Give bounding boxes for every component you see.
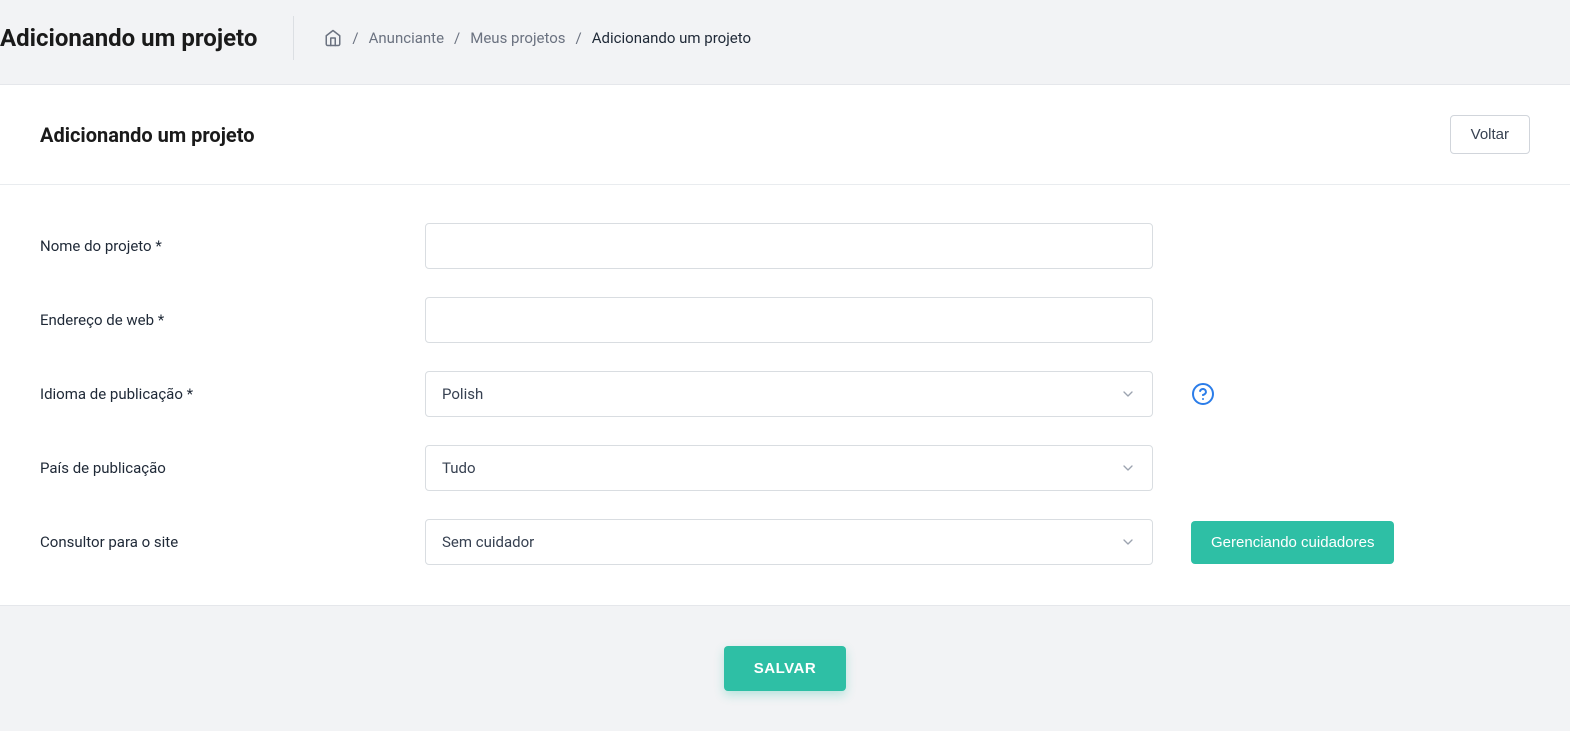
footer-bar: SALVAR	[0, 605, 1570, 731]
chevron-down-icon	[1120, 534, 1136, 550]
breadcrumb-separator: /	[576, 29, 582, 47]
form-row-consultant: Consultor para o site Sem cuidador Geren…	[40, 519, 1530, 565]
home-icon[interactable]	[324, 29, 342, 47]
card-header: Adicionando um projeto Voltar	[0, 85, 1570, 185]
project-name-label: Nome do projeto *	[40, 237, 425, 255]
breadcrumb-current: Adicionando um projeto	[592, 29, 751, 47]
divider	[293, 16, 294, 60]
help-icon[interactable]	[1191, 382, 1215, 406]
content-card: Adicionando um projeto Voltar Nome do pr…	[0, 84, 1570, 605]
breadcrumb-link-meusprojetos[interactable]: Meus projetos	[470, 29, 565, 47]
consultant-selected: Sem cuidador	[442, 533, 534, 551]
publication-country-label: País de publicação	[40, 459, 425, 477]
web-address-label: Endereço de web *	[40, 311, 425, 329]
consultant-label: Consultor para o site	[40, 533, 425, 551]
web-address-input[interactable]	[425, 297, 1153, 343]
header-bar: Adicionando um projeto / Anunciante / Me…	[0, 0, 1570, 84]
form-row-project-name: Nome do projeto *	[40, 223, 1530, 269]
manage-caretakers-button[interactable]: Gerenciando cuidadores	[1191, 521, 1394, 564]
publication-country-select[interactable]: Tudo	[425, 445, 1153, 491]
save-button[interactable]: SALVAR	[724, 646, 846, 691]
breadcrumb: / Anunciante / Meus projetos / Adicionan…	[324, 29, 751, 47]
publication-country-selected: Tudo	[442, 459, 476, 477]
publication-language-select[interactable]: Polish	[425, 371, 1153, 417]
consultant-select[interactable]: Sem cuidador	[425, 519, 1153, 565]
chevron-down-icon	[1120, 460, 1136, 476]
form-row-publication-language: Idioma de publicação * Polish	[40, 371, 1530, 417]
chevron-down-icon	[1120, 386, 1136, 402]
publication-language-selected: Polish	[442, 385, 483, 403]
breadcrumb-separator: /	[352, 29, 358, 47]
form-row-publication-country: País de publicação Tudo	[40, 445, 1530, 491]
breadcrumb-link-anunciante[interactable]: Anunciante	[369, 29, 444, 47]
page-title: Adicionando um projeto	[0, 24, 257, 52]
card-title: Adicionando um projeto	[40, 123, 255, 147]
form-row-web-address: Endereço de web *	[40, 297, 1530, 343]
publication-language-label: Idioma de publicação *	[40, 385, 425, 403]
form-body: Nome do projeto * Endereço de web * Idio…	[0, 185, 1570, 605]
back-button[interactable]: Voltar	[1450, 115, 1530, 154]
breadcrumb-separator: /	[454, 29, 460, 47]
project-name-input[interactable]	[425, 223, 1153, 269]
